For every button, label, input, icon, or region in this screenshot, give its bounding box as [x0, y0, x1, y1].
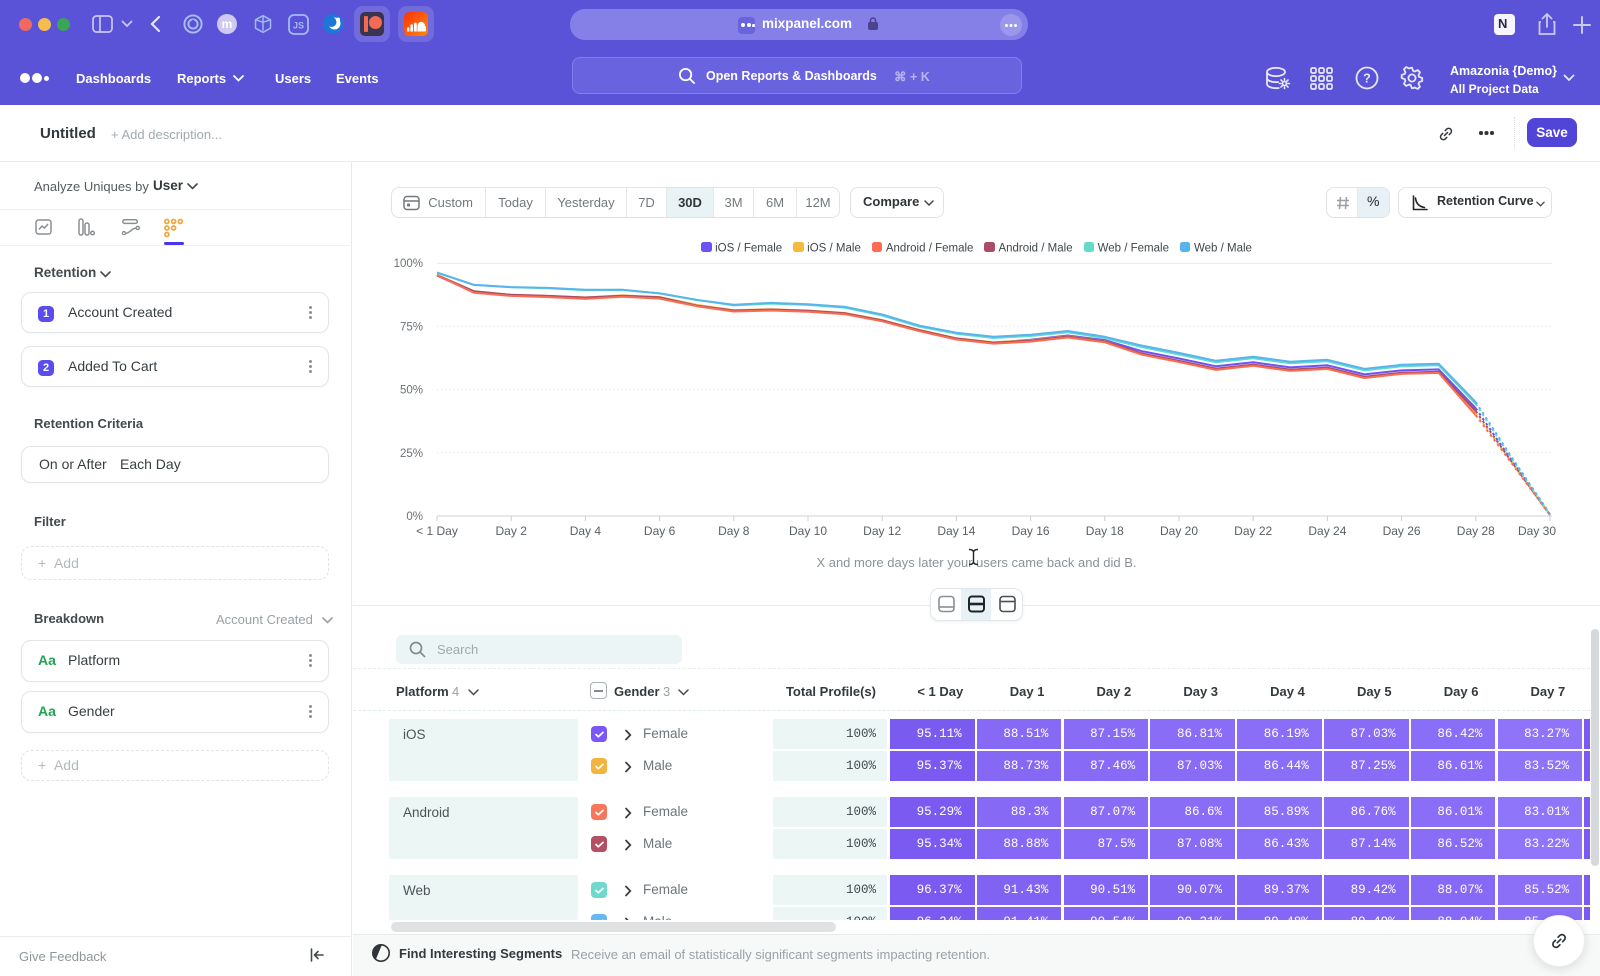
svg-text:Day 20: Day 20: [1160, 524, 1198, 538]
svg-text:Day 6: Day 6: [644, 524, 676, 538]
svg-text:0%: 0%: [406, 511, 423, 523]
svg-text:Day 22: Day 22: [1234, 524, 1272, 538]
svg-text:Day 8: Day 8: [718, 524, 750, 538]
svg-text:Day 10: Day 10: [789, 524, 827, 538]
svg-text:100%: 100%: [394, 258, 423, 270]
svg-text:Day 30: Day 30: [1518, 524, 1556, 538]
svg-text:Day 18: Day 18: [1086, 524, 1124, 538]
svg-text:25%: 25%: [400, 448, 423, 460]
svg-text:50%: 50%: [400, 385, 423, 397]
svg-text:< 1 Day: < 1 Day: [416, 524, 458, 538]
svg-text:Day 24: Day 24: [1308, 524, 1346, 538]
svg-text:Day 12: Day 12: [863, 524, 901, 538]
svg-text:Day 14: Day 14: [937, 524, 975, 538]
svg-text:Day 2: Day 2: [496, 524, 528, 538]
svg-text:Day 26: Day 26: [1383, 524, 1421, 538]
svg-text:Day 16: Day 16: [1012, 524, 1050, 538]
svg-text:75%: 75%: [400, 321, 423, 333]
svg-text:Day 28: Day 28: [1457, 524, 1495, 538]
svg-text:Day 4: Day 4: [570, 524, 602, 538]
